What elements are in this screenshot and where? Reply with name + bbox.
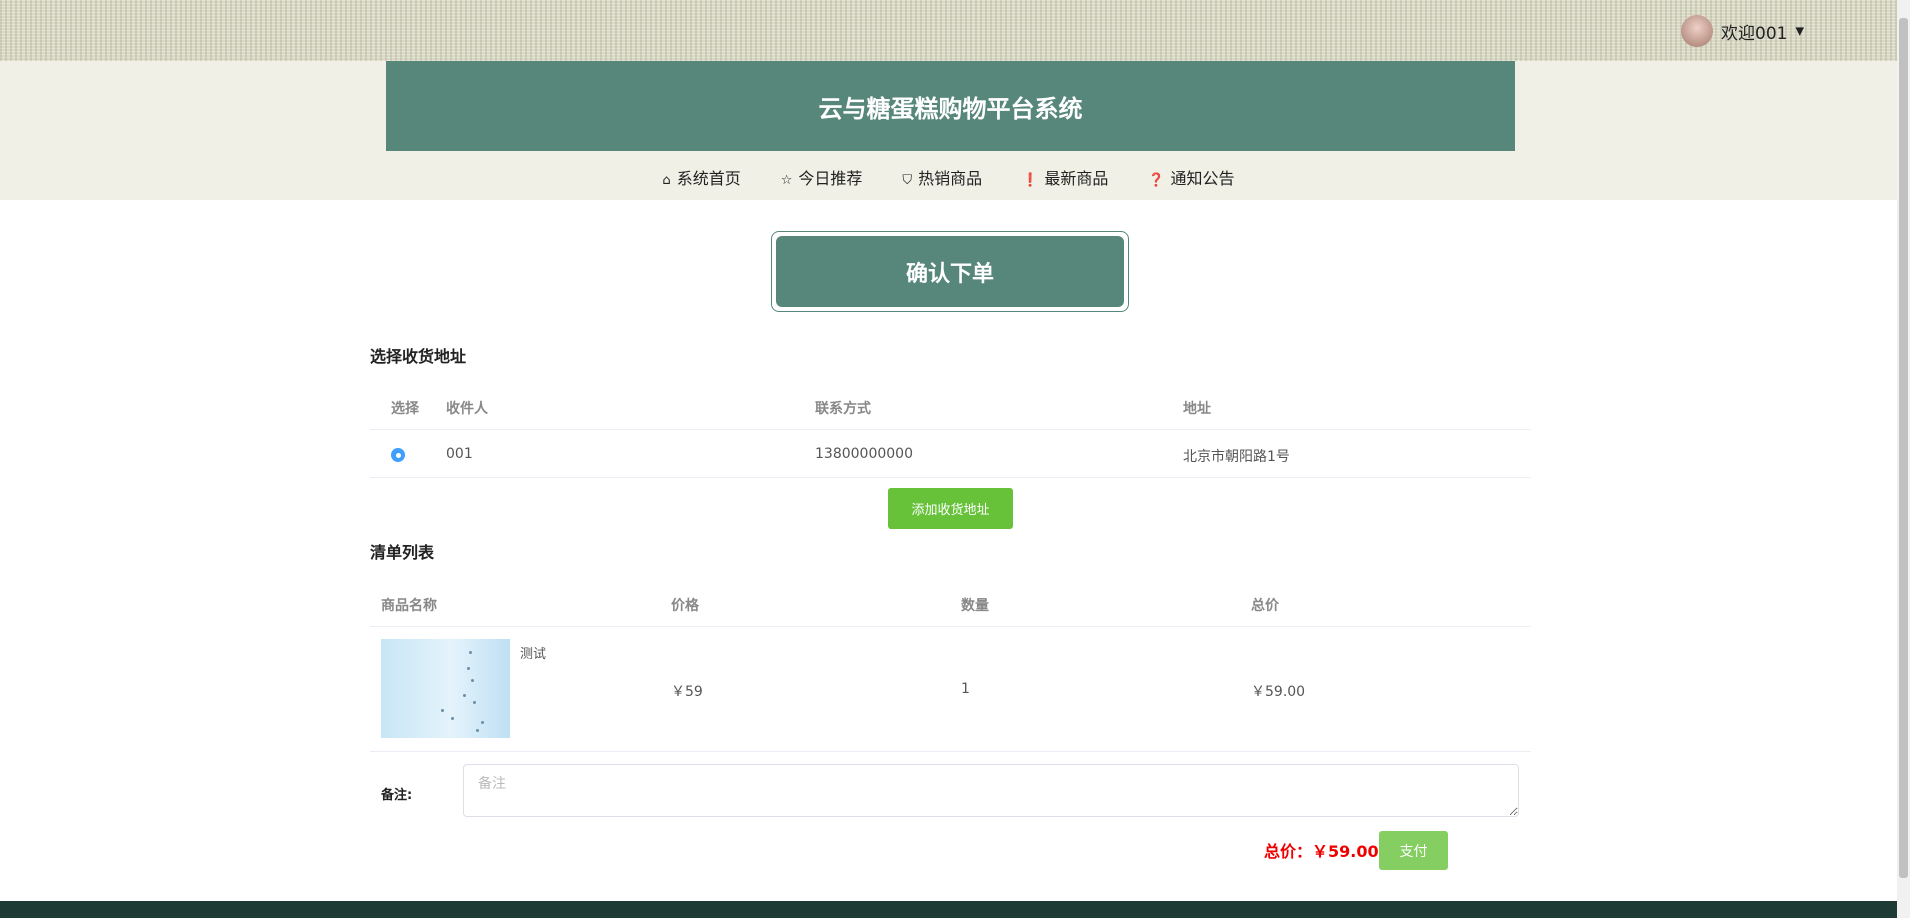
nav-label: 今日推荐 — [798, 169, 863, 188]
col-select: 选择 — [391, 401, 419, 417]
scrollbar[interactable] — [1897, 0, 1910, 918]
order-total: 总价：￥59.00 — [1264, 842, 1379, 861]
question-icon: ❓ — [1148, 173, 1165, 188]
recipient-address: 北京市朝阳路1号 — [1183, 449, 1290, 465]
nav-label: 热销商品 — [918, 169, 983, 188]
add-address-button[interactable]: 添加收货地址 — [888, 488, 1013, 529]
col-address: 地址 — [1183, 401, 1211, 417]
remark-input[interactable] — [463, 764, 1519, 817]
nav-new[interactable]: ❗ 最新商品 — [1022, 165, 1108, 189]
col-price: 价格 — [671, 598, 699, 614]
address-heading: 选择收货地址 — [370, 347, 467, 366]
nav-label: 系统首页 — [676, 169, 741, 188]
home-icon: ⌂ — [662, 173, 671, 188]
recipient-name: 001 — [446, 446, 473, 462]
remark-label: 备注: — [381, 788, 413, 803]
divider — [370, 626, 1531, 627]
col-total: 总价 — [1251, 598, 1279, 614]
list-heading: 清单列表 — [370, 543, 435, 562]
address-radio[interactable] — [391, 448, 405, 462]
divider — [370, 429, 1531, 430]
caret-down-icon: ▾ — [1795, 21, 1804, 41]
footer — [0, 901, 1897, 918]
pay-button[interactable]: 支付 — [1379, 831, 1448, 870]
page-title-box: 确认下单 — [771, 231, 1129, 312]
site-title: 云与糖蛋糕购物平台系统 — [386, 61, 1515, 151]
col-recipient: 收件人 — [446, 401, 488, 417]
product-total: ￥59.00 — [1251, 684, 1306, 700]
nav-home[interactable]: ⌂ 系统首页 — [662, 165, 740, 189]
divider — [370, 751, 1531, 752]
product-image — [381, 639, 510, 738]
bag-icon: ⛉ — [902, 173, 913, 188]
nav-label: 最新商品 — [1044, 169, 1109, 188]
product-price: ￥59 — [671, 684, 703, 700]
star-icon: ☆ — [780, 173, 793, 188]
col-product: 商品名称 — [381, 598, 437, 614]
divider — [370, 477, 1531, 478]
product-qty: 1 — [961, 681, 970, 697]
col-phone: 联系方式 — [815, 401, 871, 417]
exclamation-icon: ❗ — [1022, 173, 1039, 188]
col-qty: 数量 — [961, 598, 989, 614]
main-nav: ⌂ 系统首页 ☆ 今日推荐 ⛉ 热销商品 ❗ 最新商品 ❓ 通知公告 — [0, 165, 1897, 189]
top-band — [0, 0, 1897, 61]
avatar — [1681, 15, 1713, 47]
recipient-phone: 13800000000 — [815, 446, 913, 462]
page-title: 确认下单 — [776, 236, 1124, 307]
product-name: 测试 — [520, 647, 547, 662]
user-greeting: 欢迎001 — [1721, 23, 1788, 44]
nav-hot[interactable]: ⛉ 热销商品 — [902, 165, 982, 189]
scrollbar-thumb[interactable] — [1899, 18, 1908, 878]
nav-notice[interactable]: ❓ 通知公告 — [1148, 165, 1234, 189]
nav-label: 通知公告 — [1170, 169, 1235, 188]
nav-recommend[interactable]: ☆ 今日推荐 — [781, 165, 863, 189]
user-menu[interactable]: 欢迎001 ▾ — [1681, 15, 1804, 47]
